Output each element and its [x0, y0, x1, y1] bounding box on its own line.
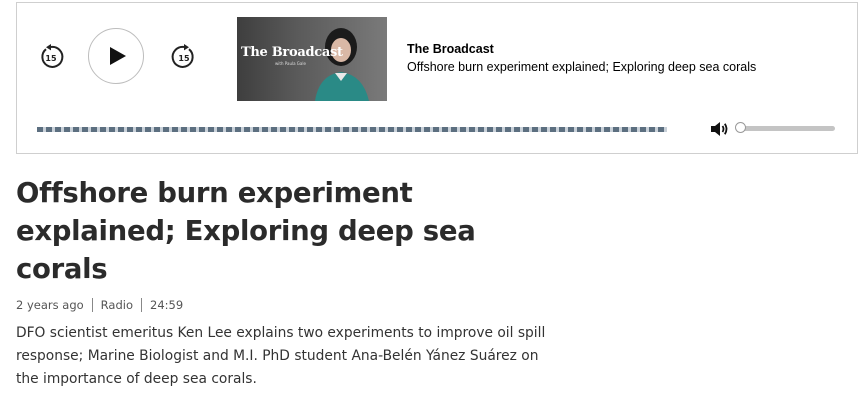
- article-description: DFO scientist emeritus Ken Lee explains …: [16, 325, 546, 387]
- article-meta: 2 years ago Radio 24:59: [16, 298, 183, 312]
- progress-bar[interactable]: [37, 127, 667, 132]
- skip-back-label: 15: [45, 54, 57, 63]
- episode-thumbnail: The Broadcast with Paula Gale: [237, 17, 387, 101]
- rewind-15-icon: 15: [41, 44, 64, 68]
- play-icon: [110, 47, 126, 65]
- volume-slider-handle[interactable]: [735, 122, 746, 133]
- audio-player: 15 15 The Broadcast with Paula Gale The …: [16, 2, 858, 154]
- article-headline: Offshore burn experiment explained; Expl…: [16, 177, 476, 285]
- skip-forward-button[interactable]: 15: [170, 43, 198, 71]
- play-button[interactable]: [88, 28, 144, 84]
- skip-forward-label: 15: [178, 54, 190, 63]
- thumbnail-subtitle: with Paula Gale: [275, 61, 306, 66]
- volume-icon[interactable]: [709, 119, 729, 139]
- thumbnail-title: The Broadcast: [241, 45, 343, 60]
- meta-divider: [141, 298, 142, 312]
- volume-slider[interactable]: [735, 122, 835, 133]
- meta-divider: [91, 298, 93, 312]
- now-playing-show: The Broadcast: [407, 42, 494, 56]
- episode-duration: 24:59: [150, 298, 184, 312]
- fast-forward-15-icon: 15: [171, 44, 194, 68]
- now-playing-episode: Offshore burn experiment explained; Expl…: [407, 60, 757, 74]
- media-type: Radio: [100, 298, 133, 312]
- published-age: 2 years ago: [16, 298, 84, 312]
- skip-back-button[interactable]: 15: [37, 43, 65, 71]
